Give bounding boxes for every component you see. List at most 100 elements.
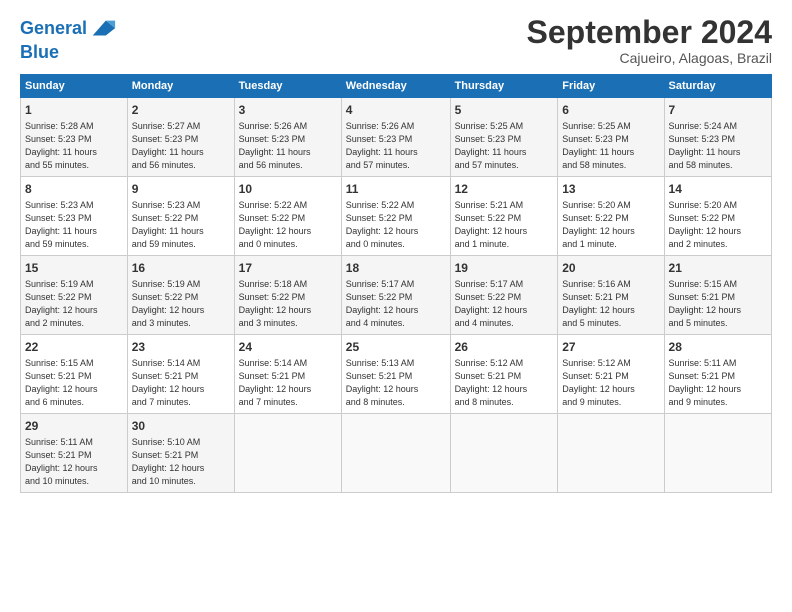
- day-info: Sunrise: 5:20 AM Sunset: 5:22 PM Dayligh…: [562, 199, 659, 251]
- calendar-cell: 24Sunrise: 5:14 AM Sunset: 5:21 PM Dayli…: [234, 335, 341, 414]
- day-number: 25: [346, 339, 446, 356]
- day-number: 11: [346, 181, 446, 198]
- day-number: 7: [669, 102, 767, 119]
- calendar-cell: 20Sunrise: 5:16 AM Sunset: 5:21 PM Dayli…: [558, 256, 664, 335]
- day-number: 2: [132, 102, 230, 119]
- calendar-cell: 19Sunrise: 5:17 AM Sunset: 5:22 PM Dayli…: [450, 256, 558, 335]
- day-info: Sunrise: 5:18 AM Sunset: 5:22 PM Dayligh…: [239, 278, 337, 330]
- calendar-cell: 18Sunrise: 5:17 AM Sunset: 5:22 PM Dayli…: [341, 256, 450, 335]
- weekday-tuesday: Tuesday: [234, 75, 341, 98]
- logo-text: General: [20, 19, 87, 39]
- day-info: Sunrise: 5:12 AM Sunset: 5:21 PM Dayligh…: [562, 357, 659, 409]
- calendar-cell: 2Sunrise: 5:27 AM Sunset: 5:23 PM Daylig…: [127, 98, 234, 177]
- calendar-cell: [664, 414, 771, 493]
- day-info: Sunrise: 5:21 AM Sunset: 5:22 PM Dayligh…: [455, 199, 554, 251]
- calendar-cell: 13Sunrise: 5:20 AM Sunset: 5:22 PM Dayli…: [558, 177, 664, 256]
- calendar-table: SundayMondayTuesdayWednesdayThursdayFrid…: [20, 74, 772, 493]
- day-info: Sunrise: 5:17 AM Sunset: 5:22 PM Dayligh…: [346, 278, 446, 330]
- weekday-friday: Friday: [558, 75, 664, 98]
- week-row-3: 15Sunrise: 5:19 AM Sunset: 5:22 PM Dayli…: [21, 256, 772, 335]
- calendar-cell: 15Sunrise: 5:19 AM Sunset: 5:22 PM Dayli…: [21, 256, 128, 335]
- page: General Blue September 2024 Cajueiro, Al…: [0, 0, 792, 612]
- day-info: Sunrise: 5:11 AM Sunset: 5:21 PM Dayligh…: [25, 436, 123, 488]
- calendar-cell: 16Sunrise: 5:19 AM Sunset: 5:22 PM Dayli…: [127, 256, 234, 335]
- day-number: 15: [25, 260, 123, 277]
- day-info: Sunrise: 5:17 AM Sunset: 5:22 PM Dayligh…: [455, 278, 554, 330]
- day-number: 12: [455, 181, 554, 198]
- day-info: Sunrise: 5:16 AM Sunset: 5:21 PM Dayligh…: [562, 278, 659, 330]
- calendar-cell: 11Sunrise: 5:22 AM Sunset: 5:22 PM Dayli…: [341, 177, 450, 256]
- day-number: 14: [669, 181, 767, 198]
- day-info: Sunrise: 5:24 AM Sunset: 5:23 PM Dayligh…: [669, 120, 767, 172]
- day-info: Sunrise: 5:15 AM Sunset: 5:21 PM Dayligh…: [25, 357, 123, 409]
- header: General Blue September 2024 Cajueiro, Al…: [20, 15, 772, 66]
- calendar-cell: 3Sunrise: 5:26 AM Sunset: 5:23 PM Daylig…: [234, 98, 341, 177]
- calendar-cell: 17Sunrise: 5:18 AM Sunset: 5:22 PM Dayli…: [234, 256, 341, 335]
- calendar-cell: 4Sunrise: 5:26 AM Sunset: 5:23 PM Daylig…: [341, 98, 450, 177]
- day-info: Sunrise: 5:22 AM Sunset: 5:22 PM Dayligh…: [239, 199, 337, 251]
- calendar-cell: 21Sunrise: 5:15 AM Sunset: 5:21 PM Dayli…: [664, 256, 771, 335]
- calendar-cell: 9Sunrise: 5:23 AM Sunset: 5:22 PM Daylig…: [127, 177, 234, 256]
- day-info: Sunrise: 5:26 AM Sunset: 5:23 PM Dayligh…: [346, 120, 446, 172]
- day-info: Sunrise: 5:10 AM Sunset: 5:21 PM Dayligh…: [132, 436, 230, 488]
- day-number: 1: [25, 102, 123, 119]
- calendar-cell: 26Sunrise: 5:12 AM Sunset: 5:21 PM Dayli…: [450, 335, 558, 414]
- day-info: Sunrise: 5:23 AM Sunset: 5:22 PM Dayligh…: [132, 199, 230, 251]
- weekday-wednesday: Wednesday: [341, 75, 450, 98]
- day-number: 16: [132, 260, 230, 277]
- day-info: Sunrise: 5:22 AM Sunset: 5:22 PM Dayligh…: [346, 199, 446, 251]
- day-number: 27: [562, 339, 659, 356]
- day-number: 22: [25, 339, 123, 356]
- subtitle: Cajueiro, Alagoas, Brazil: [527, 50, 772, 66]
- day-info: Sunrise: 5:14 AM Sunset: 5:21 PM Dayligh…: [239, 357, 337, 409]
- calendar-cell: 7Sunrise: 5:24 AM Sunset: 5:23 PM Daylig…: [664, 98, 771, 177]
- calendar-cell: [234, 414, 341, 493]
- calendar-cell: 29Sunrise: 5:11 AM Sunset: 5:21 PM Dayli…: [21, 414, 128, 493]
- day-number: 3: [239, 102, 337, 119]
- calendar-cell: 10Sunrise: 5:22 AM Sunset: 5:22 PM Dayli…: [234, 177, 341, 256]
- day-number: 17: [239, 260, 337, 277]
- day-number: 23: [132, 339, 230, 356]
- calendar-cell: 27Sunrise: 5:12 AM Sunset: 5:21 PM Dayli…: [558, 335, 664, 414]
- day-number: 8: [25, 181, 123, 198]
- day-info: Sunrise: 5:12 AM Sunset: 5:21 PM Dayligh…: [455, 357, 554, 409]
- calendar-cell: 12Sunrise: 5:21 AM Sunset: 5:22 PM Dayli…: [450, 177, 558, 256]
- day-number: 30: [132, 418, 230, 435]
- day-info: Sunrise: 5:25 AM Sunset: 5:23 PM Dayligh…: [455, 120, 554, 172]
- month-title: September 2024: [527, 15, 772, 50]
- day-info: Sunrise: 5:23 AM Sunset: 5:23 PM Dayligh…: [25, 199, 123, 251]
- calendar-cell: 23Sunrise: 5:14 AM Sunset: 5:21 PM Dayli…: [127, 335, 234, 414]
- calendar-cell: [558, 414, 664, 493]
- day-number: 18: [346, 260, 446, 277]
- day-number: 19: [455, 260, 554, 277]
- calendar-cell: 30Sunrise: 5:10 AM Sunset: 5:21 PM Dayli…: [127, 414, 234, 493]
- week-row-2: 8Sunrise: 5:23 AM Sunset: 5:23 PM Daylig…: [21, 177, 772, 256]
- week-row-1: 1Sunrise: 5:28 AM Sunset: 5:23 PM Daylig…: [21, 98, 772, 177]
- day-info: Sunrise: 5:20 AM Sunset: 5:22 PM Dayligh…: [669, 199, 767, 251]
- day-info: Sunrise: 5:15 AM Sunset: 5:21 PM Dayligh…: [669, 278, 767, 330]
- calendar-cell: 28Sunrise: 5:11 AM Sunset: 5:21 PM Dayli…: [664, 335, 771, 414]
- day-number: 10: [239, 181, 337, 198]
- day-number: 26: [455, 339, 554, 356]
- calendar-cell: 14Sunrise: 5:20 AM Sunset: 5:22 PM Dayli…: [664, 177, 771, 256]
- day-info: Sunrise: 5:13 AM Sunset: 5:21 PM Dayligh…: [346, 357, 446, 409]
- day-info: Sunrise: 5:27 AM Sunset: 5:23 PM Dayligh…: [132, 120, 230, 172]
- day-number: 28: [669, 339, 767, 356]
- day-number: 29: [25, 418, 123, 435]
- logo-blue: Blue: [20, 43, 117, 63]
- day-number: 13: [562, 181, 659, 198]
- calendar-cell: 6Sunrise: 5:25 AM Sunset: 5:23 PM Daylig…: [558, 98, 664, 177]
- day-number: 9: [132, 181, 230, 198]
- calendar-cell: 8Sunrise: 5:23 AM Sunset: 5:23 PM Daylig…: [21, 177, 128, 256]
- day-number: 4: [346, 102, 446, 119]
- calendar-cell: 1Sunrise: 5:28 AM Sunset: 5:23 PM Daylig…: [21, 98, 128, 177]
- day-number: 24: [239, 339, 337, 356]
- day-info: Sunrise: 5:19 AM Sunset: 5:22 PM Dayligh…: [25, 278, 123, 330]
- calendar-cell: [341, 414, 450, 493]
- day-number: 20: [562, 260, 659, 277]
- day-info: Sunrise: 5:28 AM Sunset: 5:23 PM Dayligh…: [25, 120, 123, 172]
- day-info: Sunrise: 5:26 AM Sunset: 5:23 PM Dayligh…: [239, 120, 337, 172]
- calendar-cell: [450, 414, 558, 493]
- title-area: September 2024 Cajueiro, Alagoas, Brazil: [527, 15, 772, 66]
- weekday-saturday: Saturday: [664, 75, 771, 98]
